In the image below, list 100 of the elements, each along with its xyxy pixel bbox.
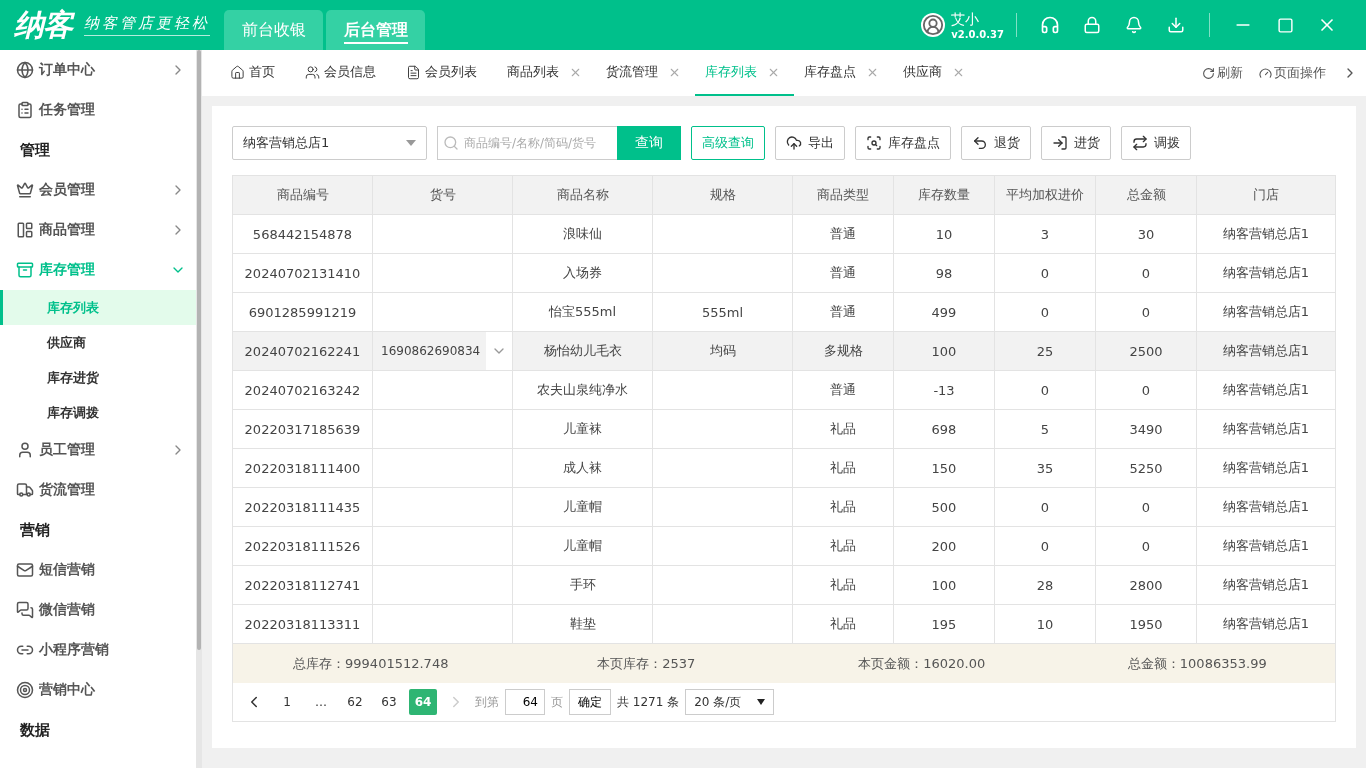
summary-text: 总金额：10086353.99 xyxy=(1126,654,1268,673)
table-cell: 0 xyxy=(1040,382,1050,398)
table-cell: 499 xyxy=(931,304,957,320)
summary-text: 本页库存：2537 xyxy=(596,654,697,673)
transfer-icon xyxy=(1132,135,1148,151)
page-actions-button[interactable]: 页面操作 xyxy=(1251,50,1334,96)
column-header: 商品类型 xyxy=(793,176,894,214)
user-icon xyxy=(16,441,34,459)
table-cell: 2500 xyxy=(1129,343,1163,359)
table-cell: 0 xyxy=(1141,382,1151,398)
table-cell: 杨怡幼儿毛衣 xyxy=(543,342,622,360)
sidebar-item[interactable]: 任务管理 xyxy=(39,101,186,119)
sidebar-item[interactable]: 货流管理 xyxy=(39,481,186,499)
cloud-upload-icon xyxy=(786,135,802,151)
page-unit: 页 xyxy=(551,693,563,711)
document-icon xyxy=(406,64,421,80)
sidebar-item[interactable]: 营销中心 xyxy=(39,681,186,699)
archive-icon xyxy=(16,261,34,279)
table-cell: 3490 xyxy=(1129,421,1163,437)
table-cell: 礼品 xyxy=(830,537,856,555)
truck-icon xyxy=(16,481,34,499)
store-select[interactable]: 纳客营销总店1 xyxy=(232,126,427,160)
page-button[interactable]: 63 xyxy=(375,689,403,715)
page-tab[interactable]: 供应商 xyxy=(893,50,979,96)
page-tab[interactable]: 库存盘点 xyxy=(794,50,893,96)
table-cell: 0 xyxy=(1141,499,1151,515)
toolbar-button[interactable]: 进货 xyxy=(1041,126,1111,160)
slogan: 纳客管店更轻松 xyxy=(84,14,210,36)
table-cell: 150 xyxy=(931,460,957,476)
target-icon xyxy=(16,681,34,699)
sidebar-item[interactable]: 微信营销 xyxy=(39,601,186,619)
table-cell: 2800 xyxy=(1129,577,1163,593)
table-cell: 195 xyxy=(931,616,957,632)
table-cell: 纳客营销总店1 xyxy=(1222,381,1310,399)
page-tab[interactable]: 会员信息 xyxy=(295,50,396,96)
sidebar-item[interactable]: 会员管理 xyxy=(39,181,165,199)
layout-icon xyxy=(16,221,34,239)
table-cell: 5 xyxy=(1040,421,1050,437)
mail-icon xyxy=(16,561,34,579)
page-button[interactable]: 62 xyxy=(341,689,369,715)
dropdown-button[interactable] xyxy=(486,332,512,370)
table-cell: 698 xyxy=(931,421,957,437)
table-cell: 0 xyxy=(1040,304,1050,320)
sidebar-section: 营销 xyxy=(0,510,196,550)
avatar xyxy=(921,13,946,37)
table-cell: 6901285991219 xyxy=(248,304,357,320)
clipboard-icon xyxy=(16,101,34,119)
table-cell: 20220318111400 xyxy=(244,460,361,476)
table-cell: 手环 xyxy=(569,576,596,594)
toolbar-button[interactable]: 导出 xyxy=(775,126,845,160)
sidebar-subitem[interactable]: 库存调拨 xyxy=(0,395,196,430)
table-cell: 普通 xyxy=(830,225,856,243)
page-tab[interactable]: 货流管理 xyxy=(596,50,695,96)
page-tab[interactable]: 首页 xyxy=(220,50,295,96)
refresh-button[interactable]: 刷新 xyxy=(1194,50,1251,96)
table-cell: 5250 xyxy=(1129,460,1163,476)
table-cell: 纳客营销总店1 xyxy=(1222,342,1310,360)
sidebar-item[interactable]: 商品管理 xyxy=(39,221,165,239)
page-button[interactable]: 1 xyxy=(273,689,301,715)
table-cell: 农夫山泉纯净水 xyxy=(537,381,628,399)
table-cell-text: 1690862690834 xyxy=(381,344,482,358)
table-cell: 纳客营销总店1 xyxy=(1222,225,1310,243)
table-cell: 555ml xyxy=(701,304,744,320)
sidebar-section: 数据 xyxy=(0,710,196,750)
table-cell: 1950 xyxy=(1129,616,1163,632)
sidebar-item[interactable]: 订单中心 xyxy=(39,61,165,79)
sidebar-item[interactable]: 小程序营销 xyxy=(39,641,186,659)
sidebar-subitem[interactable]: 库存进货 xyxy=(0,360,196,395)
globe-icon xyxy=(16,61,34,79)
table-cell: 儿童帽 xyxy=(563,498,602,516)
page-size-select[interactable]: 20 条/页 xyxy=(685,689,775,715)
table-cell: 多规格 xyxy=(823,342,863,360)
page-tab[interactable]: 商品列表 xyxy=(497,50,596,96)
confirm-button[interactable]: 确定 xyxy=(569,689,611,715)
table-cell: 20220318111435 xyxy=(244,499,361,515)
refresh-icon xyxy=(1202,66,1215,80)
page-tab[interactable]: 会员列表 xyxy=(396,50,497,96)
toolbar-button[interactable]: 调拨 xyxy=(1121,126,1191,160)
sidebar-item[interactable]: 短信营销 xyxy=(39,561,186,579)
sidebar-subitem[interactable]: 供应商 xyxy=(0,325,196,360)
toolbar-button[interactable]: 库存盘点 xyxy=(855,126,951,160)
toolbar-button[interactable]: 退货 xyxy=(961,126,1031,160)
total-count: 共 1271 条 xyxy=(617,693,680,711)
column-header: 商品名称 xyxy=(513,176,653,214)
table-cell: 礼品 xyxy=(830,576,856,594)
table-cell: 怡宝555ml xyxy=(548,303,617,321)
search-field[interactable]: 商品编号/名称/简码/货号 xyxy=(437,126,617,160)
table-cell: 普通 xyxy=(830,303,856,321)
gauge-icon xyxy=(1259,66,1272,80)
page-input[interactable]: 64 xyxy=(505,689,545,715)
table-cell: 0 xyxy=(1141,265,1151,281)
page-button[interactable]: … xyxy=(307,689,335,715)
table-cell: 0 xyxy=(1040,499,1050,515)
crown-icon xyxy=(16,181,34,199)
home-icon xyxy=(230,64,245,80)
sidebar-item[interactable]: 员工管理 xyxy=(39,441,165,459)
table-cell: 500 xyxy=(931,499,957,515)
table-cell: 3 xyxy=(1040,226,1050,242)
table-cell: 0 xyxy=(1141,304,1151,320)
table-cell: 35 xyxy=(1036,460,1054,476)
